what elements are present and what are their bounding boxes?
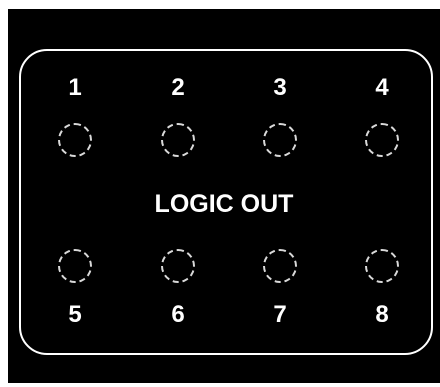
output-jack-8[interactable] xyxy=(365,249,399,283)
output-number-8: 8 xyxy=(375,301,389,328)
output-jack-7[interactable] xyxy=(263,249,297,283)
output-number-3: 3 xyxy=(273,74,287,101)
output-jack-4[interactable] xyxy=(365,123,399,157)
module-title: LOGIC OUT xyxy=(154,190,294,218)
module-panel: 1 2 3 4 LOGIC OUT 5 6 7 8 xyxy=(8,9,440,383)
output-jack-2[interactable] xyxy=(161,123,195,157)
output-number-2: 2 xyxy=(171,74,185,101)
output-number-7: 7 xyxy=(273,301,287,328)
output-number-1: 1 xyxy=(68,74,82,101)
output-jack-3[interactable] xyxy=(263,123,297,157)
output-jack-5[interactable] xyxy=(58,249,92,283)
logic-out-screen: 1 2 3 4 LOGIC OUT 5 6 7 8 xyxy=(0,0,440,387)
output-number-6: 6 xyxy=(171,301,185,328)
output-jack-6[interactable] xyxy=(161,249,195,283)
output-number-5: 5 xyxy=(68,301,82,328)
output-number-4: 4 xyxy=(375,74,389,101)
output-jack-1[interactable] xyxy=(58,123,92,157)
